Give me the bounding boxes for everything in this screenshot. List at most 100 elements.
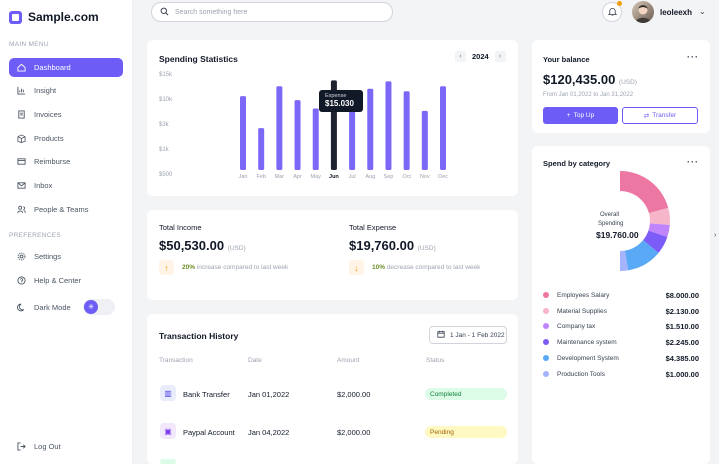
y-tick-label: $3k	[159, 122, 170, 128]
donut-segment[interactable]	[620, 171, 669, 214]
legend-dot	[543, 308, 549, 314]
dark-mode-toggle[interactable]: ✳	[83, 299, 115, 315]
balance-range: From Jan 01,2022 to Jan 31,2022	[543, 92, 634, 98]
expense-amount: $19,760.00 (USD)	[349, 238, 436, 253]
chart-bar[interactable]	[421, 110, 428, 170]
gear-icon	[17, 252, 26, 261]
legend-dot	[543, 355, 549, 361]
legend-value: $4.385.00	[665, 353, 699, 363]
column-header-date: Date	[248, 357, 262, 364]
chart-bar[interactable]	[440, 86, 446, 170]
legend-name: Employees Salary	[557, 291, 610, 299]
income-expense-card	[147, 210, 518, 300]
calendar-icon	[437, 330, 445, 340]
plus-icon: +	[566, 112, 571, 119]
arrow-up-icon: ↑	[159, 260, 174, 275]
x-tick-label: Jun	[329, 174, 339, 180]
transaction-name: Paypal Account	[183, 428, 235, 437]
notification-button[interactable]	[602, 1, 622, 22]
sidebar-item-settings[interactable]: Settings	[9, 247, 123, 266]
sidebar-item-label: Reimburse	[34, 157, 71, 166]
legend-item: Company tax $1.510.00	[543, 321, 699, 331]
sidebar-item-insight[interactable]: Insight	[9, 81, 123, 100]
chevron-right-icon[interactable]: ›	[714, 232, 716, 239]
tooltip-value: $15.030	[325, 99, 354, 108]
sidebar: Sample.com MAIN MENU Dashboard Insight I…	[0, 0, 133, 464]
logo-text: Sample.com	[28, 10, 99, 24]
sidebar-item-products[interactable]: Products	[9, 129, 123, 148]
sidebar-item-dashboard[interactable]: Dashboard	[9, 58, 123, 77]
sidebar-item-inbox[interactable]: Inbox	[9, 176, 123, 195]
expense-trend-percent: 10%	[372, 264, 386, 271]
balance-title: Your balance	[543, 55, 590, 64]
logout-button[interactable]: Log Out	[9, 437, 123, 456]
sidebar-item-reimburse[interactable]: Reimburse	[9, 152, 123, 171]
search-input[interactable]: Search something here	[151, 2, 393, 22]
sidebar-item-invoices[interactable]: Invoices	[9, 105, 123, 124]
top-up-label: Top Up	[573, 112, 595, 119]
donut-center-label-2: Spending	[598, 221, 624, 227]
chart-bar[interactable]	[403, 91, 410, 170]
income-amount-value: $50,530.00	[159, 238, 225, 253]
bell-icon	[607, 7, 617, 18]
date-filter-button[interactable]: 1 Jan - 1 Feb 2022	[429, 326, 507, 344]
search-icon	[160, 7, 169, 18]
people-icon	[17, 205, 26, 214]
legend-name: Development System	[557, 354, 619, 362]
transaction-amount: $2,000.00	[337, 390, 371, 399]
chevron-down-icon[interactable]: ⌄	[699, 7, 706, 16]
chart-tooltip: Expense $15.030	[319, 90, 363, 112]
sidebar-item-label: Invoices	[34, 110, 62, 119]
chart-bar[interactable]	[312, 108, 319, 170]
legend-dot	[543, 339, 549, 345]
logout-icon	[17, 442, 26, 451]
chart-bar[interactable]	[385, 81, 392, 170]
legend-dot	[543, 371, 549, 377]
legend-item: Production Tools $1.000.00	[543, 369, 699, 379]
chart-bar[interactable]	[240, 96, 246, 170]
spend-by-category-card	[532, 146, 710, 464]
legend-item: Development System $4.385.00	[543, 353, 699, 363]
chart-bar[interactable]	[276, 86, 283, 170]
logo[interactable]: Sample.com	[9, 10, 99, 24]
x-tick-label: Mar	[275, 174, 285, 180]
more-options-icon[interactable]: ···	[687, 52, 699, 62]
sidebar-item-label: Settings	[34, 252, 62, 261]
top-up-button[interactable]: + Top Up	[543, 107, 618, 124]
chart-bar[interactable]	[367, 88, 374, 170]
category-title: Spend by category	[543, 159, 611, 168]
preferences-label: PREFERENCES	[9, 232, 62, 239]
y-tick-label: $500	[159, 172, 173, 178]
username[interactable]: leoleexh	[660, 8, 692, 17]
paypal-icon: ▣	[160, 423, 176, 439]
spending-title: Spending Statistics	[159, 54, 238, 64]
expense-title: Total Expense	[349, 223, 397, 232]
year-label: 2024	[472, 52, 489, 61]
year-selector: ‹ 2024 ›	[455, 51, 506, 62]
expense-trend: 10% decrease compared to last week	[372, 264, 480, 271]
transfer-button[interactable]: ⇄ Transfer	[622, 107, 698, 124]
x-tick-label: Nov	[420, 174, 430, 180]
sidebar-item-help-center[interactable]: Help & Center	[9, 271, 123, 290]
chart-icon	[17, 86, 26, 95]
x-tick-label: Apr	[293, 174, 302, 180]
chart-bar[interactable]	[294, 100, 301, 170]
sidebar-item-label: Dashboard	[34, 63, 71, 72]
sidebar-item-people-teams[interactable]: People & Teams	[9, 200, 123, 219]
chevron-left-icon[interactable]: ‹	[455, 51, 466, 62]
avatar[interactable]	[632, 1, 654, 23]
column-header-transaction: Transaction	[159, 357, 193, 364]
card-icon	[17, 157, 26, 166]
sidebar-item-label: Inbox	[34, 181, 53, 190]
x-tick-label: Aug	[365, 174, 375, 180]
chart-bar[interactable]	[258, 128, 265, 170]
legend-name: Production Tools	[557, 370, 605, 378]
box-icon	[17, 134, 26, 143]
balance-unit: (USD)	[618, 79, 637, 86]
column-header-amount: Amount	[337, 357, 360, 364]
legend-value: $8.000.00	[665, 290, 699, 300]
balance-amount-value: $120,435.00	[543, 72, 616, 87]
mail-icon	[17, 181, 26, 190]
more-options-icon[interactable]: ···	[687, 157, 699, 167]
chevron-right-icon[interactable]: ›	[494, 51, 506, 62]
